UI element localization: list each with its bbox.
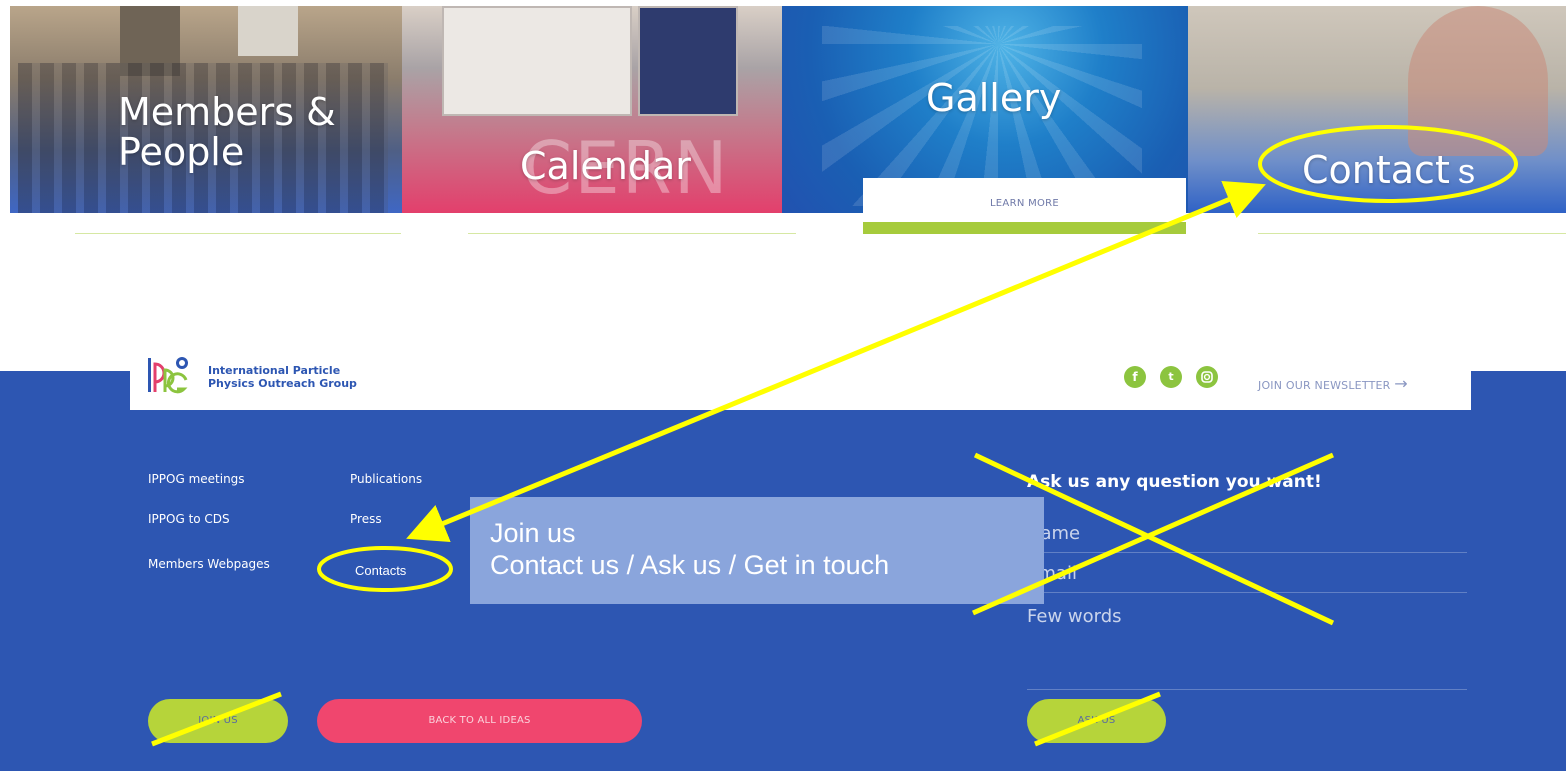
learn-more-label: LEARN MORE [989, 198, 1060, 209]
presentation-screen-image [638, 6, 738, 116]
ippog-logo-icon[interactable] [146, 354, 190, 396]
learn-more-button[interactable]: LEARN MORE [863, 178, 1186, 234]
newsletter-label: JOIN OUR NEWSLETTER [1258, 379, 1391, 392]
members-people-title: Members & People [118, 90, 336, 174]
organization-name-line1: International Particle [208, 364, 341, 377]
footer-link-members-webpages[interactable]: Members Webpages [148, 557, 270, 571]
calendar-tile[interactable]: CERN Calendar [402, 6, 782, 213]
footer-link-ippog-meetings[interactable]: IPPOG meetings [148, 472, 245, 486]
organization-name: International Particle Physics Outreach … [208, 364, 357, 390]
calendar-title: Calendar [520, 144, 691, 188]
message-field[interactable]: Few words [1027, 606, 1122, 627]
callout-line1: Join us [490, 518, 576, 548]
organization-name-line2: Physics Outreach Group [208, 377, 357, 390]
annotation-letter-s: s [1458, 153, 1475, 191]
twitter-icon[interactable]: t [1160, 366, 1182, 388]
arrow-right-icon: → [1394, 374, 1408, 393]
presentation-screen [442, 6, 632, 116]
newsletter-link[interactable]: JOIN OUR NEWSLETTER → [1258, 374, 1408, 393]
callout-line2: Contact us / Ask us / Get in touch [490, 550, 890, 580]
divider-line [468, 233, 796, 234]
person-photo [1408, 6, 1548, 156]
name-field-underline [1027, 552, 1467, 553]
contact-tile[interactable]: Contact [1188, 6, 1566, 213]
footer-link-contacts[interactable]: Contacts [355, 563, 406, 578]
footer-link-press[interactable]: Press [350, 512, 382, 526]
message-field-underline [1027, 689, 1467, 690]
join-us-button[interactable]: JOIN US [148, 699, 288, 743]
divider-line [75, 233, 401, 234]
divider-line [1258, 233, 1566, 234]
instagram-icon[interactable] [1196, 366, 1218, 388]
back-to-all-ideas-button[interactable]: BACK TO ALL IDEAS [317, 699, 642, 743]
members-people-tile[interactable]: Members & People [10, 6, 402, 213]
email-field-underline [1027, 592, 1467, 593]
building-window [238, 6, 298, 56]
contact-title: Contact [1302, 148, 1450, 192]
footer-header-bar: International Particle Physics Outreach … [130, 340, 1471, 410]
form-title: Ask us any question you want! [1027, 472, 1322, 492]
footer-link-publications[interactable]: Publications [350, 472, 422, 486]
instagram-glyph [1201, 371, 1213, 383]
gallery-title: Gallery [926, 76, 1062, 120]
footer-link-ippog-to-cds[interactable]: IPPOG to CDS [148, 512, 230, 526]
annotation-callout: Join us Contact us / Ask us / Get in tou… [470, 497, 1044, 604]
facebook-icon[interactable]: f [1124, 366, 1146, 388]
ask-us-button[interactable]: ASK US [1027, 699, 1166, 743]
